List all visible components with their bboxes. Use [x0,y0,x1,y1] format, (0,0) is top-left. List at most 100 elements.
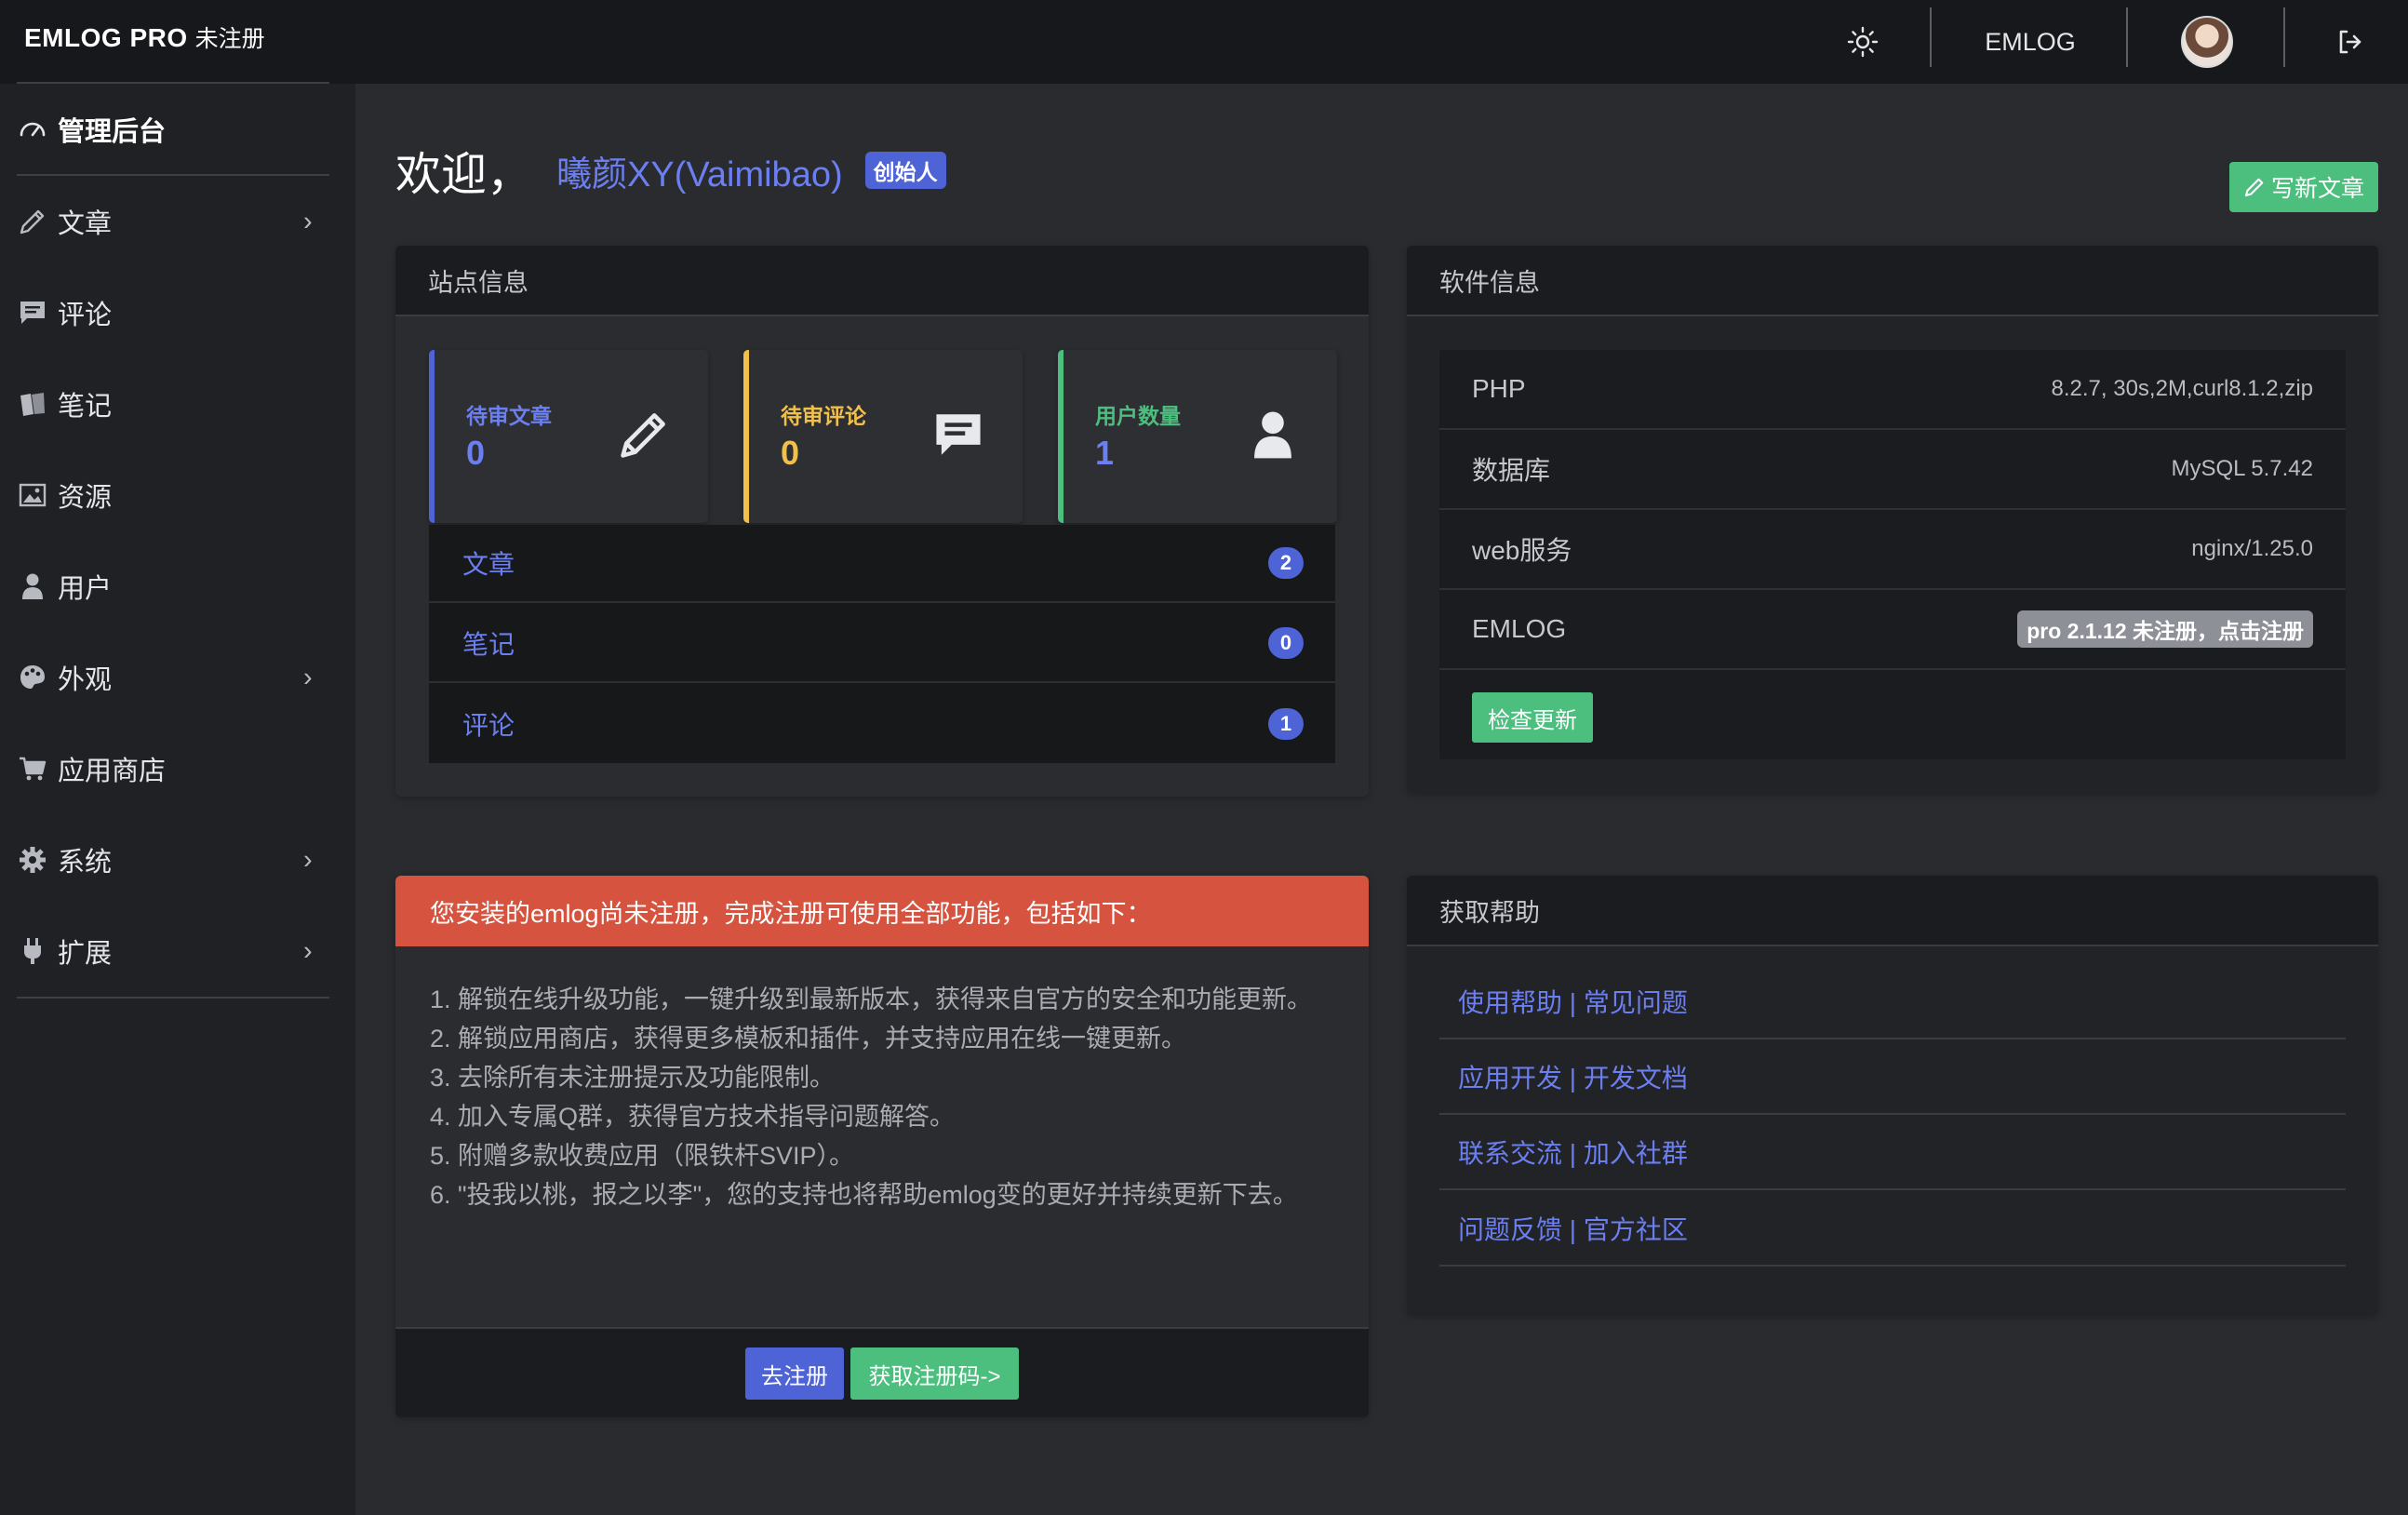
stat-accent-bar [743,350,749,523]
plug-icon [17,935,48,967]
get-code-button[interactable]: 获取注册码-> [850,1347,1019,1400]
help-link[interactable]: 联系交流 | 加入社群 [1439,1116,2346,1190]
list-item-label: 文章 [462,550,515,579]
register-status-badge[interactable]: pro 2.1.12 未注册，点击注册 [2017,610,2313,648]
sidebar-item-label: 资源 [58,483,113,513]
list-item[interactable]: 笔记 0 [429,605,1335,683]
comment-icon [930,406,987,463]
info-value: MySQL 5.7.42 [2171,456,2313,481]
chevron-right-icon: › [303,662,313,692]
sidebar-item-users[interactable]: 用户 [0,541,355,632]
info-row: web服务 nginx/1.25.0 [1439,510,2346,590]
info-row: EMLOG pro 2.1.12 未注册，点击注册 [1439,590,2346,670]
sidebar-item-label: 评论 [58,301,113,330]
stat-pending-comments[interactable]: 待审评论 0 [743,350,1023,523]
benefit-item: 1. 解锁在线升级功能，一键升级到最新版本，获得来自官方的安全和功能更新。 [430,985,1313,1013]
welcome-text: 欢迎， [395,149,533,200]
list-item-label: 笔记 [462,630,515,659]
welcome-user-link[interactable]: 曦颜XY(Vaimibao) [556,145,843,196]
topbar-divider [2126,7,2128,67]
stat-accent-bar [1058,350,1064,523]
sidebar-item-label: 管理后台 [58,117,167,147]
stat-value: 0 [466,434,486,472]
sidebar-item-label: 文章 [58,209,113,239]
sidebar-item-label: 笔记 [58,392,113,422]
pencil-icon [2244,178,2264,197]
brand-logo[interactable]: EMLOG PRO 未注册 [24,20,265,63]
avatar[interactable] [2179,0,2235,84]
card-title: 获取帮助 [1407,876,2378,946]
help-link[interactable]: 问题反馈 | 官方社区 [1439,1192,2346,1267]
benefit-item: 3. 去除所有未注册提示及功能限制。 [430,1064,836,1092]
check-update-button[interactable]: 检查更新 [1472,692,1593,743]
top-bar: EMLOG PRO 未注册 EMLOG [0,0,2408,84]
info-label: 数据库 [1472,456,1551,485]
stat-user-count[interactable]: 用户数量 1 [1058,350,1337,523]
logout-icon[interactable] [2326,0,2375,84]
info-row: PHP 8.2.7, 30s,2M,curl8.1.2,zip [1439,350,2346,430]
brand-status: 未注册 [194,26,265,52]
register-alert-title: 您安装的emlog尚未注册，完成注册可使用全部功能，包括如下： [395,876,1369,946]
pencil-icon [17,206,48,237]
stat-pending-posts[interactable]: 待审文章 0 [429,350,708,523]
info-row: 数据库 MySQL 5.7.42 [1439,430,2346,510]
stat-label: 待审评论 [781,404,866,428]
sidebar: 管理后台 文章 › 评论 笔记 资源 用户 外观 › 应用商店 系统 › 扩展 … [0,82,355,1515]
topbar-divider [2283,7,2285,67]
sidebar-item-notes[interactable]: 笔记 [0,358,355,449]
write-post-button[interactable]: 写新文章 [2229,162,2378,212]
chevron-right-icon: › [303,935,313,966]
gear-icon [17,844,48,876]
card-title: 软件信息 [1407,246,2378,316]
stat-value: 0 [781,434,800,472]
count-badge: 2 [1268,547,1304,579]
register-button[interactable]: 去注册 [745,1347,844,1400]
stat-label: 用户数量 [1095,404,1181,428]
site-count-list: 文章 2 笔记 0 评论 1 [429,525,1335,763]
card-title: 站点信息 [395,246,1369,316]
register-actions: 去注册 获取注册码-> [395,1327,1369,1417]
info-label: EMLOG [1472,614,1567,643]
sidebar-item-app-store[interactable]: 应用商店 [0,723,355,814]
comment-icon [17,297,48,328]
info-label: PHP [1472,374,1526,403]
palette-icon [17,662,48,693]
sidebar-item-label: 外观 [58,665,113,695]
info-value: 8.2.7, 30s,2M,curl8.1.2,zip [2051,376,2313,401]
sidebar-item-appearance[interactable]: 外观 › [0,632,355,723]
benefit-item: 4. 加入专属Q群，获得官方技术指导问题解答。 [430,1103,956,1131]
sidebar-item-label: 扩展 [58,939,113,969]
list-item[interactable]: 评论 1 [429,685,1335,763]
register-card: 您安装的emlog尚未注册，完成注册可使用全部功能，包括如下： 1. 解锁在线升… [395,876,1369,1417]
sidebar-item-extensions[interactable]: 扩展 › [0,905,355,997]
sidebar-item-comments[interactable]: 评论 [0,267,355,358]
avatar-image [2181,16,2233,68]
info-value: nginx/1.25.0 [2191,536,2313,561]
sidebar-item-posts[interactable]: 文章 › [0,176,355,267]
sidebar-item-system[interactable]: 系统 › [0,814,355,905]
software-info-card: 软件信息 PHP 8.2.7, 30s,2M,curl8.1.2,zip 数据库… [1407,246,2378,793]
chevron-right-icon: › [303,206,313,236]
write-post-label: 写新文章 [2270,176,2364,202]
software-info-list: PHP 8.2.7, 30s,2M,curl8.1.2,zip 数据库 MySQ… [1439,350,2346,759]
stat-label: 待审文章 [466,404,552,428]
user-menu[interactable]: EMLOG [1954,0,2107,84]
benefit-item: 2. 解锁应用商店，获得更多模板和插件，并支持应用在线一键更新。 [430,1025,1187,1052]
list-item[interactable]: 文章 2 [429,525,1335,603]
sidebar-item-label: 系统 [58,848,113,878]
help-link[interactable]: 应用开发 | 开发文档 [1439,1040,2346,1115]
sidebar-item-media[interactable]: 资源 [0,449,355,541]
sidebar-item-dashboard[interactable]: 管理后台 [0,84,355,175]
topbar-divider [1930,7,1932,67]
register-benefits: 1. 解锁在线升级功能，一键升级到最新版本，获得来自官方的安全和功能更新。 2.… [430,980,1323,1214]
dashboard-icon [17,114,48,145]
sidebar-divider [17,997,329,999]
cart-icon [17,753,48,784]
help-link[interactable]: 使用帮助 | 常见问题 [1439,965,2346,1039]
sun-icon[interactable] [1839,0,1887,84]
count-badge: 0 [1268,627,1304,659]
list-item-label: 评论 [462,711,515,740]
sidebar-item-label: 应用商店 [58,757,167,786]
chevron-right-icon: › [303,844,313,875]
note-icon [17,388,48,420]
